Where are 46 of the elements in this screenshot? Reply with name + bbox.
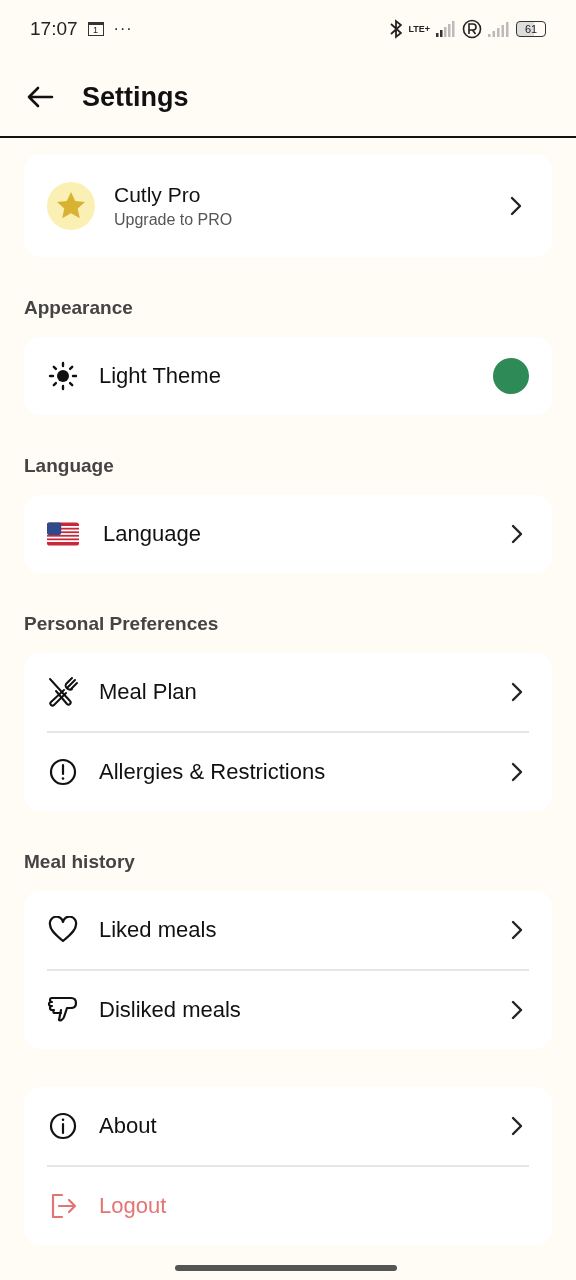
settings-row[interactable]: Meal Plan	[47, 653, 529, 731]
settings-row[interactable]: Language	[47, 495, 529, 573]
settings-row[interactable]: Disliked meals	[47, 969, 529, 1049]
page-title: Settings	[82, 81, 189, 113]
chevron-right-icon	[511, 920, 523, 940]
sun-icon	[48, 361, 78, 391]
flag-icon	[47, 521, 79, 547]
row-label: Light Theme	[99, 363, 222, 389]
settings-row[interactable]: Light Theme	[47, 337, 529, 415]
row-label: About	[99, 1113, 158, 1139]
chevron-right-icon	[511, 762, 523, 782]
clock-time: 17:07	[30, 18, 78, 40]
more-notifications-icon: ···	[113, 20, 133, 38]
info-icon	[48, 1111, 78, 1141]
row-label: Disliked meals	[99, 997, 242, 1023]
pro-card[interactable]: Cutly Pro Upgrade to PRO	[24, 154, 552, 257]
cutlery-icon	[47, 676, 79, 708]
row-label: Language	[103, 521, 202, 547]
bluetooth-icon	[390, 19, 403, 39]
row-label: Logout	[99, 1193, 168, 1219]
back-button[interactable]	[26, 85, 54, 109]
network-type: LTE+	[408, 24, 430, 34]
chevron-right-icon	[511, 1116, 523, 1136]
chevron-right-icon	[511, 524, 523, 544]
chevron-right-icon	[510, 195, 522, 216]
calendar-icon: 1	[87, 22, 104, 36]
section-heading: Appearance	[24, 296, 134, 320]
chevron-right-icon	[511, 1000, 523, 1020]
battery-icon: 61	[516, 21, 546, 37]
settings-row[interactable]: Liked meals	[47, 891, 529, 969]
chevron-right-icon	[511, 682, 523, 702]
section-heading: Language	[24, 454, 115, 478]
settings-row[interactable]: Allergies & Restrictions	[47, 731, 529, 811]
signal-icon	[488, 21, 510, 37]
roaming-icon	[462, 19, 482, 39]
row-label: Allergies & Restrictions	[99, 759, 327, 785]
pro-subtitle: Upgrade to PRO	[114, 210, 234, 229]
row-label: Liked meals	[99, 917, 218, 943]
alert-icon	[48, 757, 78, 787]
row-label: Meal Plan	[99, 679, 198, 705]
heart-icon	[48, 916, 78, 944]
settings-row[interactable]: About	[47, 1087, 529, 1165]
pro-title: Cutly Pro	[114, 182, 202, 207]
section-heading: Meal history	[24, 850, 136, 874]
section-heading: Personal Preferences	[24, 612, 220, 636]
signal-icon	[436, 21, 456, 37]
